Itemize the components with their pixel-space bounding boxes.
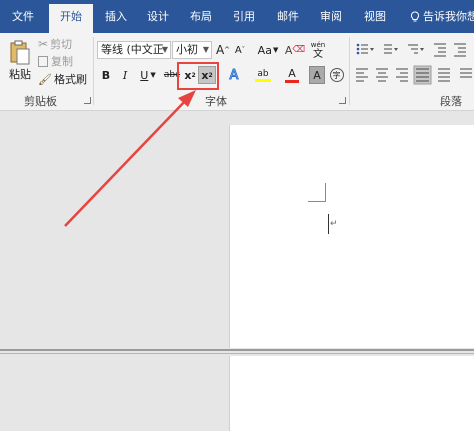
align-center-icon[interactable] (376, 68, 388, 82)
font-size-value: 小初 (176, 43, 198, 56)
paragraph-tools (356, 43, 472, 85)
underline-icon: U (140, 68, 149, 82)
character-shading-button[interactable]: A (309, 66, 325, 84)
highlighter-icon: ab (257, 68, 269, 79)
change-case-icon: Aa (257, 43, 272, 57)
shrink-font-icon: A (234, 44, 242, 56)
cut-label: 剪切 (50, 38, 73, 51)
line-spacing-icon[interactable] (460, 68, 472, 78)
chevron-down-icon: ▼ (202, 45, 209, 54)
copy-label: 复制 (51, 55, 73, 68)
font-name-dropdown[interactable]: 等线 (中文正 ▼ (97, 41, 171, 59)
multilevel-list-icon[interactable] (408, 44, 424, 54)
paste-label: 粘贴 (9, 68, 31, 81)
paintbrush-icon: 🖌 (38, 72, 52, 86)
highlight-color-button[interactable]: ab (250, 64, 276, 86)
subscript-superscript-highlight (177, 62, 219, 90)
text-cursor (328, 214, 329, 234)
margin-corner-mark (325, 183, 326, 202)
phonetic-char-icon: 文 (313, 48, 323, 60)
tab-references[interactable]: 引用 (224, 0, 264, 33)
group-divider (93, 37, 94, 105)
lightbulb-icon (410, 11, 420, 22)
bullets-icon[interactable] (356, 43, 374, 55)
align-left-icon[interactable] (356, 68, 368, 82)
font-name-value: 等线 (中文正 (101, 43, 164, 56)
font-color-swatch (285, 79, 299, 83)
chevron-down-icon: ▼ (272, 46, 279, 54)
paragraph-group-label: 段落 (440, 95, 462, 108)
bold-button[interactable]: B (99, 66, 113, 84)
clipboard-launcher-icon[interactable] (84, 97, 91, 104)
text-effects-icon: A (229, 67, 239, 83)
margin-corner-mark (308, 201, 326, 202)
enclose-characters-icon: 字 (329, 68, 344, 82)
font-group-label: 字体 (205, 95, 227, 108)
enclose-characters-button[interactable]: 字 (328, 66, 345, 84)
change-case-button[interactable]: Aa ▼ (255, 41, 281, 59)
tell-me-text: 告诉我你想 (423, 10, 474, 23)
paste-icon (10, 40, 30, 65)
justify-icon[interactable] (413, 65, 432, 85)
tell-me-box[interactable]: 告诉我你想 (410, 0, 474, 33)
document-area[interactable]: ↵ (0, 111, 474, 431)
tab-insert[interactable]: 插入 (96, 0, 136, 33)
font-color-icon: A (288, 66, 296, 80)
copy-button[interactable]: 复制 (38, 53, 73, 69)
format-painter-label: 格式刷 (53, 73, 87, 86)
tab-design[interactable]: 设计 (138, 0, 178, 33)
distributed-icon[interactable] (438, 68, 450, 82)
clipboard-group-label: 剪贴板 (24, 95, 57, 108)
font-launcher-icon[interactable] (339, 97, 346, 104)
ribbon-tab-bar: 文件 开始 插入 设计 布局 引用 邮件 审阅 视图 告诉我你想 (0, 0, 474, 33)
document-page-2[interactable] (229, 356, 474, 431)
text-effects-button[interactable]: A (225, 66, 243, 84)
clear-formatting-button[interactable]: A ⌫ (285, 41, 306, 59)
scissors-icon: ✂ (38, 37, 49, 51)
character-shading-icon: A (313, 68, 321, 82)
cut-button[interactable]: ✂ 剪切 (38, 36, 72, 52)
chevron-down-icon: ▼ (161, 45, 168, 54)
font-size-dropdown[interactable]: 小初 ▼ (172, 41, 212, 59)
phonetic-guide-button[interactable]: wén 文 (308, 39, 328, 61)
group-divider (349, 37, 350, 105)
tab-layout[interactable]: 布局 (181, 0, 221, 33)
decrease-indent-icon[interactable] (434, 43, 446, 57)
eraser-mark-icon: ⌫ (292, 45, 306, 55)
grow-font-button[interactable]: A ^ (215, 41, 231, 59)
page-break-line (0, 353, 474, 354)
tab-file[interactable]: 文件 (0, 0, 46, 33)
tab-view[interactable]: 视图 (355, 0, 395, 33)
tab-review[interactable]: 审阅 (311, 0, 351, 33)
grow-font-icon: A (215, 43, 225, 57)
shrink-font-button[interactable]: Aˇ (232, 41, 248, 59)
align-right-icon[interactable] (396, 68, 408, 82)
font-color-button[interactable]: A (280, 64, 304, 86)
tab-home[interactable]: 开始 (49, 4, 93, 33)
paragraph-mark-icon: ↵ (330, 219, 338, 229)
numbering-icon[interactable] (384, 44, 398, 54)
increase-indent-icon[interactable] (454, 43, 466, 57)
underline-button[interactable]: U ▼ (136, 66, 160, 84)
phonetic-guide-icon: wén (310, 40, 326, 49)
page-break-line (0, 349, 474, 351)
document-page[interactable] (229, 125, 474, 348)
tab-mailings[interactable]: 邮件 (268, 0, 308, 33)
paste-button[interactable]: 粘贴 (6, 37, 34, 85)
highlight-color-swatch (255, 78, 271, 82)
chevron-down-icon: ▼ (150, 71, 156, 79)
format-painter-button[interactable]: 🖌 格式刷 (38, 71, 87, 87)
copy-icon (38, 55, 48, 67)
ribbon: 粘贴 ✂ 剪切 复制 🖌 格式刷 剪贴板 等线 (中文正 ▼ 小初 ▼ A ^ A… (0, 33, 474, 111)
italic-button[interactable]: I (118, 66, 132, 84)
